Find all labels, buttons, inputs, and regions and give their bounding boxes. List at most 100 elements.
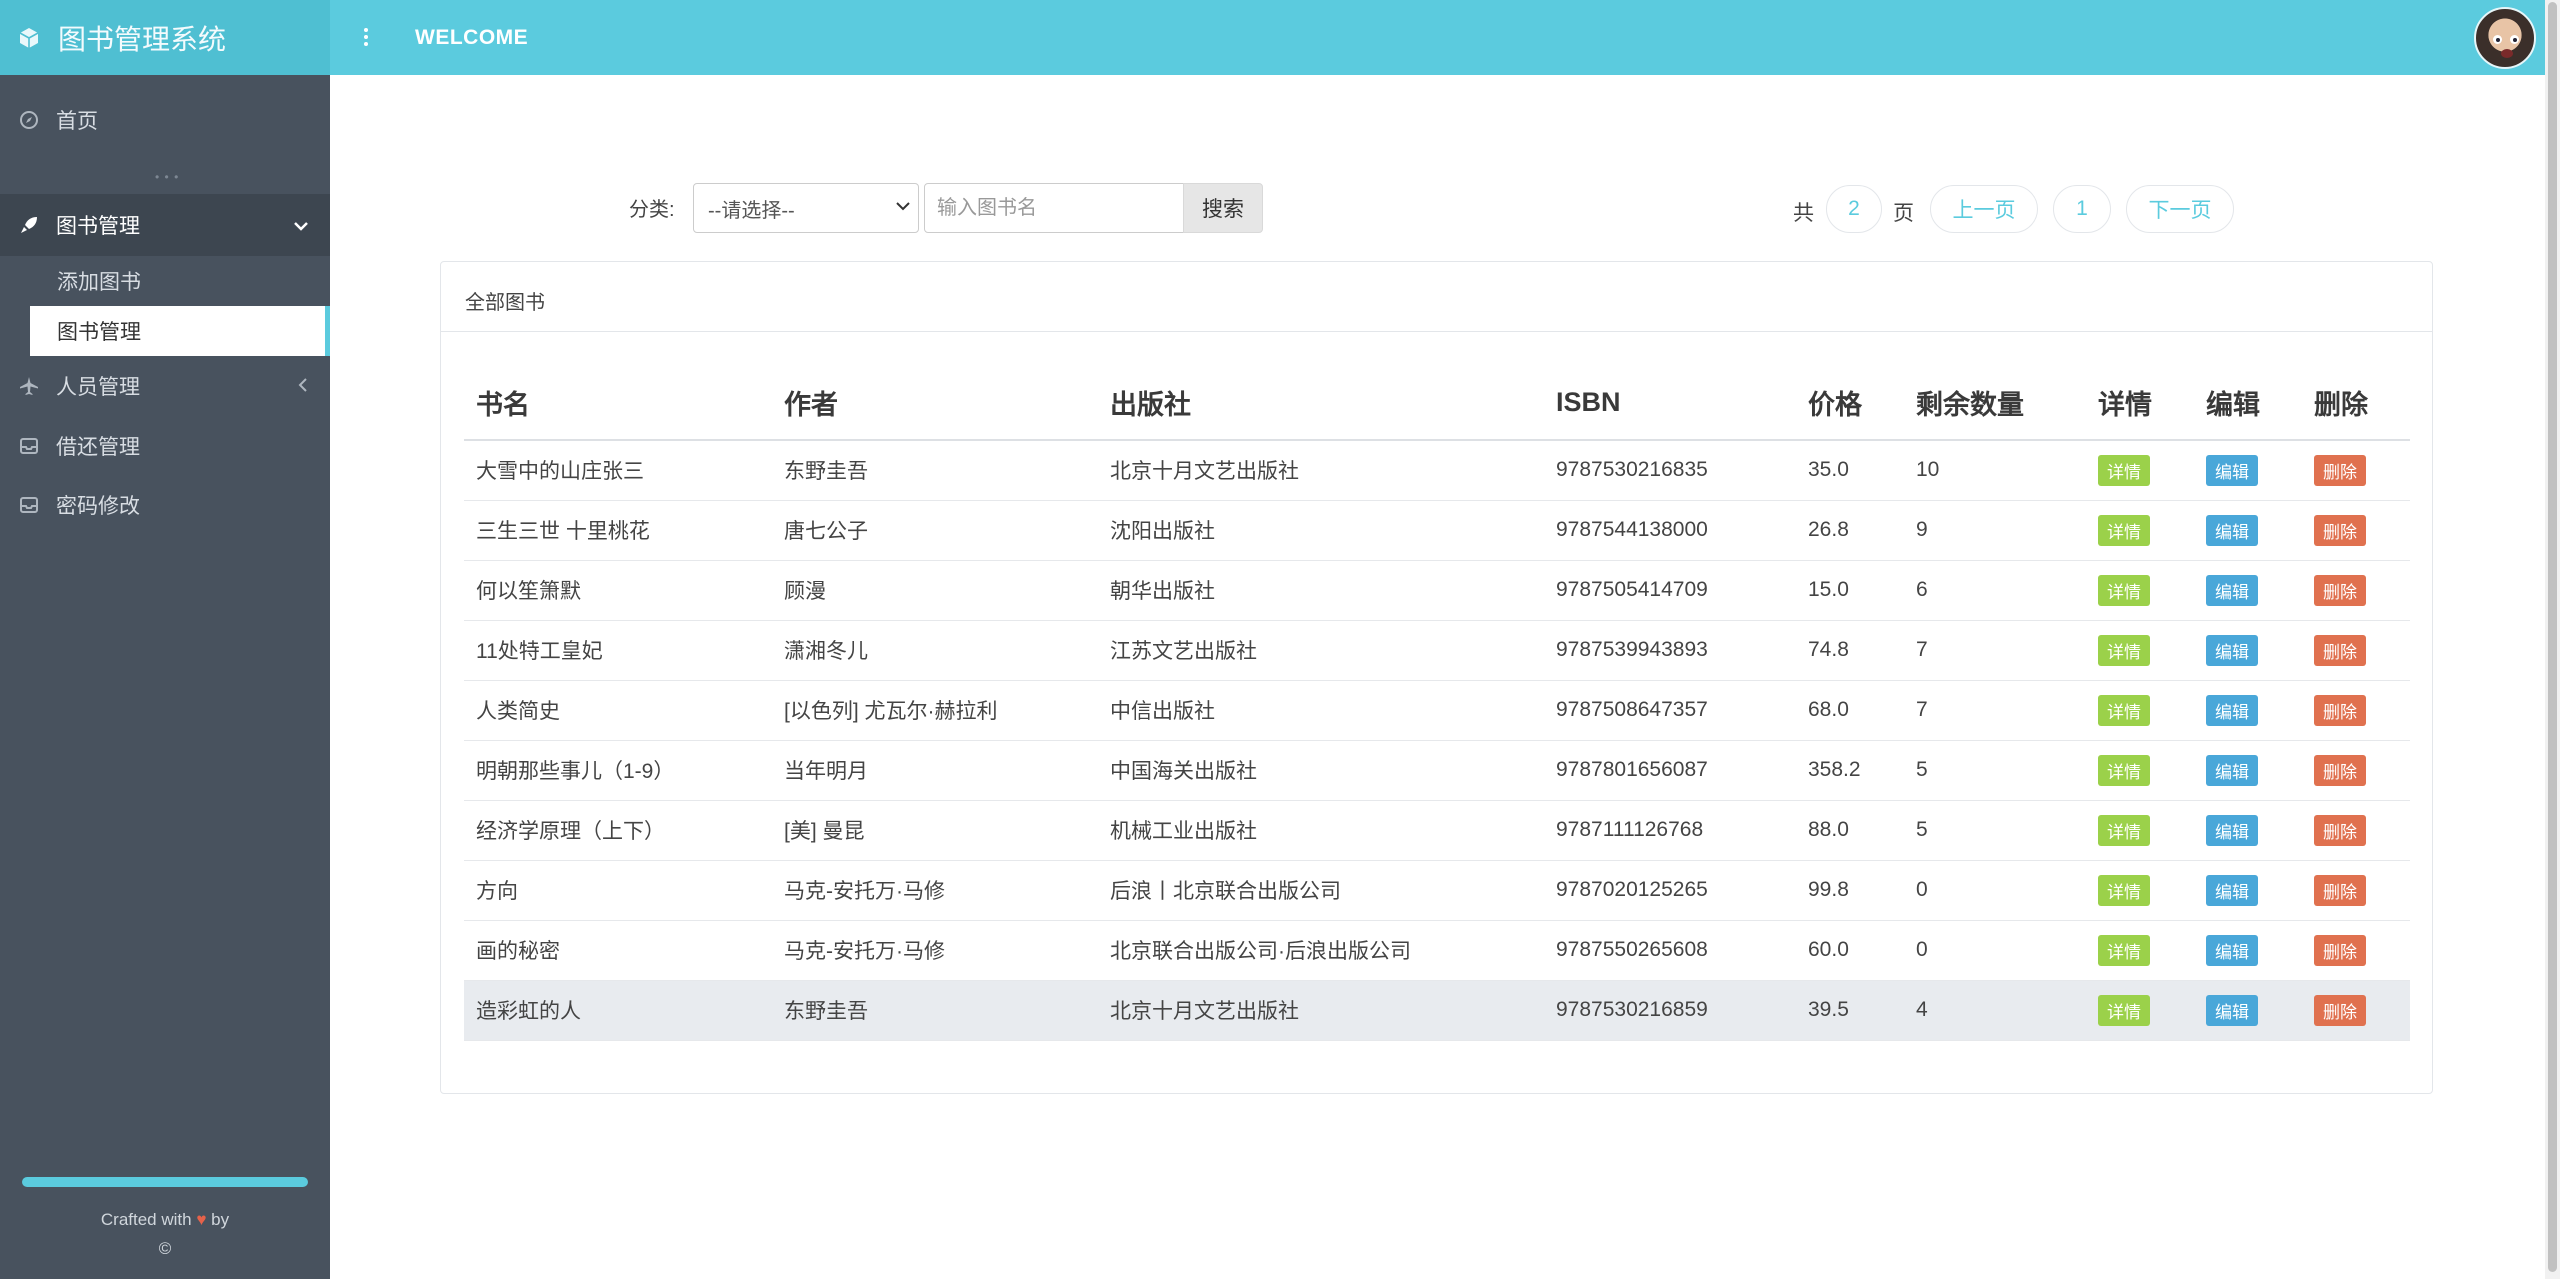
detail-button[interactable]: 详情 (2098, 874, 2150, 906)
delete-button[interactable]: 删除 (2314, 994, 2366, 1026)
remaining-count-cell: 6 (1904, 560, 2086, 621)
plane-icon (18, 375, 40, 397)
edit-button[interactable]: 编辑 (2206, 634, 2258, 666)
table-row[interactable]: 经济学原理（上下） [美] 曼昆 机械工业出版社 9787111126768 88.0 5… (464, 800, 2410, 861)
column-header: 剩余数量 (1904, 366, 2086, 441)
column-header: 价格 (1796, 366, 1904, 441)
rocket-icon (18, 214, 40, 236)
next-page-button[interactable]: 下一页 (2126, 185, 2234, 233)
sidebar-item-home[interactable]: 首页 (0, 92, 330, 148)
table-row[interactable]: 造彩虹的人 东野圭吾 北京十月文艺出版社 9787530216859 39.5 4 详情 编辑… (464, 980, 2410, 1041)
isbn-cell: 9787020125265 (1544, 860, 1796, 921)
sidebar-item-password[interactable]: 密码修改 (0, 477, 330, 533)
detail-button[interactable]: 详情 (2098, 634, 2150, 666)
publisher-cell: 中信出版社 (1098, 680, 1544, 741)
edit-button[interactable]: 编辑 (2206, 814, 2258, 846)
edit-button[interactable]: 编辑 (2206, 934, 2258, 966)
detail-cell: 详情 (2086, 860, 2194, 921)
isbn-cell: 9787801656087 (1544, 740, 1796, 801)
search-button[interactable]: 搜索 (1183, 183, 1263, 233)
cube-icon (14, 23, 44, 53)
column-header: 作者 (772, 366, 1098, 441)
remaining-count-cell: 4 (1904, 980, 2086, 1041)
edit-cell: 编辑 (2194, 620, 2302, 681)
publisher-cell: 江苏文艺出版社 (1098, 620, 1544, 681)
sidebar-item-users[interactable]: 人员管理 (0, 358, 330, 414)
delete-button[interactable]: 删除 (2314, 754, 2366, 786)
edit-cell: 编辑 (2194, 680, 2302, 741)
avatar[interactable] (2474, 7, 2536, 69)
table-row[interactable]: 三生三世 十里桃花 唐七公子 沈阳出版社 9787544138000 26.8 9 详情 编辑… (464, 500, 2410, 561)
table-row[interactable]: 画的秘密 马克-安托万·马修 北京联合出版公司·后浪出版公司 978755026560… (464, 920, 2410, 981)
sidebar-item-books[interactable]: 图书管理 (0, 194, 330, 256)
brand[interactable]: 图书管理系统 (0, 0, 330, 75)
edit-button[interactable]: 编辑 (2206, 454, 2258, 486)
publisher-cell: 后浪丨北京联合出版公司 (1098, 860, 1544, 921)
table-row[interactable]: 何以笙箫默 顾漫 朝华出版社 9787505414709 15.0 6 详情 编辑 删除 (464, 560, 2410, 621)
delete-button[interactable]: 删除 (2314, 514, 2366, 546)
remaining-count-cell: 7 (1904, 620, 2086, 681)
heart-icon: ♥ (196, 1210, 207, 1229)
detail-button[interactable]: 详情 (2098, 754, 2150, 786)
edit-cell: 编辑 (2194, 440, 2302, 501)
book-title-cell: 大雪中的山庄张三 (464, 440, 772, 501)
sidebar-item-label: 密码修改 (56, 495, 140, 518)
book-title-cell: 经济学原理（上下） (464, 800, 772, 861)
price-cell: 74.8 (1796, 620, 1904, 681)
prev-page-button[interactable]: 上一页 (1930, 185, 2038, 233)
inbox-icon (18, 435, 40, 457)
column-header: 删除 (2302, 366, 2410, 441)
table-row[interactable]: 11处特工皇妃 潇湘冬儿 江苏文艺出版社 9787539943893 74.8 7 详情 编辑… (464, 620, 2410, 681)
current-page-button[interactable]: 1 (2053, 185, 2111, 233)
publisher-cell: 朝华出版社 (1098, 560, 1544, 621)
total-pages: 2 (1826, 185, 1882, 233)
delete-cell: 删除 (2302, 740, 2410, 801)
detail-button[interactable]: 详情 (2098, 814, 2150, 846)
isbn-cell: 9787111126768 (1544, 800, 1796, 861)
delete-cell: 删除 (2302, 800, 2410, 861)
edit-button[interactable]: 编辑 (2206, 694, 2258, 726)
book-title-cell: 造彩虹的人 (464, 980, 772, 1041)
footer-by-text: by (211, 1210, 230, 1229)
menu-toggle-icon[interactable] (360, 22, 372, 52)
delete-button[interactable]: 删除 (2314, 454, 2366, 486)
detail-button[interactable]: 详情 (2098, 574, 2150, 606)
book-title-cell: 三生三世 十里桃花 (464, 500, 772, 561)
delete-button[interactable]: 删除 (2314, 574, 2366, 606)
category-select[interactable]: --请选择-- (693, 183, 919, 233)
table-row[interactable]: 方向 马克-安托万·马修 后浪丨北京联合出版公司 9787020125265 99.8 0… (464, 860, 2410, 921)
edit-button[interactable]: 编辑 (2206, 574, 2258, 606)
edit-button[interactable]: 编辑 (2206, 514, 2258, 546)
edit-button[interactable]: 编辑 (2206, 874, 2258, 906)
price-cell: 15.0 (1796, 560, 1904, 621)
delete-button[interactable]: 删除 (2314, 874, 2366, 906)
delete-cell: 删除 (2302, 860, 2410, 921)
footer-credit: Crafted with ♥ by (0, 1210, 330, 1230)
detail-button[interactable]: 详情 (2098, 454, 2150, 486)
detail-button[interactable]: 详情 (2098, 694, 2150, 726)
sidebar-subitem-manage-books[interactable]: 图书管理 (30, 306, 330, 356)
book-title-cell: 画的秘密 (464, 920, 772, 981)
table-row[interactable]: 人类简史 [以色列] 尤瓦尔·赫拉利 中信出版社 9787508647357 68.0 7… (464, 680, 2410, 741)
detail-cell: 详情 (2086, 620, 2194, 681)
panel-title: 全部图书 (465, 292, 545, 314)
delete-button[interactable]: 删除 (2314, 634, 2366, 666)
edit-button[interactable]: 编辑 (2206, 754, 2258, 786)
publisher-cell: 中国海关出版社 (1098, 740, 1544, 801)
edit-button[interactable]: 编辑 (2206, 994, 2258, 1026)
vertical-scrollbar[interactable] (2545, 0, 2560, 1279)
pagination-prefix: 共 (1793, 202, 1814, 225)
publisher-cell: 北京十月文艺出版社 (1098, 440, 1544, 501)
table-row[interactable]: 大雪中的山庄张三 东野圭吾 北京十月文艺出版社 9787530216835 35.0 10… (464, 440, 2410, 501)
sidebar-subitem-add-book[interactable]: 添加图书 (30, 256, 330, 306)
detail-button[interactable]: 详情 (2098, 514, 2150, 546)
delete-button[interactable]: 删除 (2314, 934, 2366, 966)
delete-button[interactable]: 删除 (2314, 694, 2366, 726)
book-name-search-input[interactable] (924, 183, 1184, 233)
detail-button[interactable]: 详情 (2098, 994, 2150, 1026)
isbn-cell: 9787505414709 (1544, 560, 1796, 621)
delete-button[interactable]: 删除 (2314, 814, 2366, 846)
detail-button[interactable]: 详情 (2098, 934, 2150, 966)
table-row[interactable]: 明朝那些事儿（1-9） 当年明月 中国海关出版社 9787801656087 358.2… (464, 740, 2410, 801)
sidebar-item-borrow[interactable]: 借还管理 (0, 418, 330, 474)
